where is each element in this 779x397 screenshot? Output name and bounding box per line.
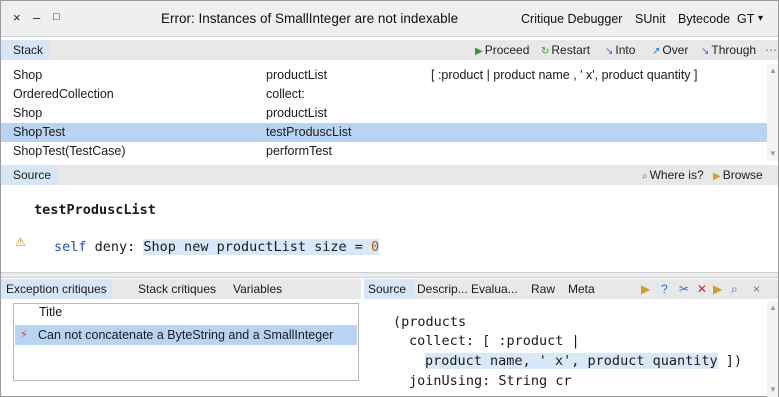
deny-message: deny: — [86, 239, 144, 255]
step-over-icon: ↗ — [652, 46, 661, 57]
menu-bytecode[interactable]: Bytecode — [678, 12, 730, 26]
through-label: Through — [711, 43, 757, 57]
restart-icon: ↻ — [541, 46, 550, 57]
tab-exception-critiques[interactable]: Exception critiques — [1, 279, 112, 299]
stack-row[interactable]: OrderedCollection collect: — [1, 85, 767, 104]
self-keyword: self — [54, 239, 87, 255]
detail-scrollbar[interactable]: ▲ ▼ — [767, 301, 778, 397]
stack-method: collect: — [266, 87, 305, 101]
browse-button[interactable]: ▶ Browse — [713, 168, 763, 182]
scissors-icon[interactable]: ✂ — [679, 282, 689, 296]
maximize-window-icon[interactable]: □ — [53, 11, 60, 23]
where-is-label: Where is? — [649, 168, 704, 182]
scroll-down-icon[interactable]: ▼ — [769, 385, 777, 394]
menu-sunit[interactable]: SUnit — [635, 12, 666, 26]
browse-label: Browse — [722, 168, 763, 182]
inspect-icon[interactable]: ⌕ — [731, 282, 738, 297]
browse-icon[interactable]: ▶ — [641, 282, 650, 296]
critiques-tabbar: Exception critiques Stack critiques Vari… — [1, 279, 361, 299]
tab-meta[interactable]: Meta — [564, 279, 604, 299]
warning-icon[interactable]: ⚠ — [15, 235, 26, 249]
stack-receiver: ShopTest(TestCase) — [13, 144, 126, 158]
step-through-icon: ↘ — [701, 46, 710, 57]
tab-evaluator[interactable]: Evalua... — [467, 279, 525, 299]
stack-receiver: Shop — [13, 68, 43, 82]
method-name: testProduscList — [34, 202, 156, 218]
code-line-tail: ]) — [717, 353, 742, 369]
critiques-column-title: Title — [39, 305, 63, 319]
debugger-window: × – □ Error: Instances of SmallInteger a… — [0, 0, 779, 397]
stack-method: testProduscList — [266, 125, 352, 139]
through-button[interactable]: ↘ Through — [701, 43, 756, 57]
stack-method: productList — [266, 106, 328, 120]
play-icon: ▶ — [475, 46, 483, 57]
tab-variables[interactable]: Variables — [228, 279, 287, 299]
run-icon[interactable]: ▶ — [713, 282, 722, 296]
tab-stack[interactable]: Stack — [1, 40, 50, 60]
highlighted-expression: Shop new productList size = 0 — [143, 239, 380, 255]
critique-title: Can not concatenate a ByteString and a S… — [38, 328, 334, 342]
where-is-button[interactable]: ⌕ Where is? — [642, 168, 704, 182]
menu-gt[interactable]: GT — [737, 12, 754, 26]
code-line: product name, ' x', product quantity ]) — [425, 353, 742, 369]
stack-row[interactable]: Shop productList [ :product | product na… — [1, 66, 767, 85]
close-pane-icon[interactable]: × — [753, 282, 760, 296]
minimize-window-icon[interactable]: – — [33, 10, 40, 25]
stack-source: [ :product | product name , ' x', produc… — [431, 68, 698, 82]
scroll-up-icon[interactable]: ▲ — [769, 303, 777, 312]
critique-row-selected[interactable]: ⚡ Can not concatenate a ByteString and a… — [15, 325, 357, 345]
restart-button[interactable]: ↻ Restart — [541, 43, 590, 57]
lightning-icon: ⚡ — [20, 329, 28, 341]
scroll-down-icon[interactable]: ▼ — [769, 149, 777, 158]
code-line: collect: [ :product | — [409, 333, 580, 349]
more-icon[interactable]: ⋯ — [765, 43, 777, 57]
menu-critique-debugger[interactable]: Critique Debugger — [521, 12, 622, 26]
stack-scrollbar[interactable]: ▲ ▼ — [767, 64, 778, 161]
magnifier-icon: ⌕ — [642, 171, 648, 182]
browse-icon: ▶ — [713, 171, 721, 182]
expression-text: Shop new productList size = — [143, 239, 371, 255]
window-title: Error: Instances of SmallInteger are not… — [161, 11, 459, 26]
code-line: self deny: Shop new productList size = 0 — [54, 239, 380, 255]
code-line: (products — [393, 314, 467, 330]
highlighted-expression: product name, ' x', product quantity — [425, 353, 718, 369]
tab-detail-source[interactable]: Source — [364, 279, 413, 299]
proceed-label: Proceed — [484, 43, 530, 57]
stack-method: performTest — [266, 144, 332, 158]
into-label: Into — [615, 43, 636, 57]
stack-receiver: ShopTest — [13, 125, 66, 139]
restart-label: Restart — [551, 43, 591, 57]
over-button[interactable]: ↗ Over — [652, 43, 688, 57]
critiques-table[interactable]: ⚡ Can not concatenate a ByteString and a… — [13, 303, 359, 381]
close-window-icon[interactable]: × — [13, 10, 21, 25]
pane-splitter[interactable] — [1, 272, 778, 278]
over-label: Over — [662, 43, 689, 57]
stack-toolbar: Stack ▶ Proceed ↻ Restart ↘ Into ↗ Over ↘ Thr… — [1, 40, 778, 60]
proceed-button[interactable]: ▶ Proceed — [475, 43, 529, 57]
into-button[interactable]: ↘ Into — [605, 43, 635, 57]
step-into-icon: ↘ — [605, 46, 614, 57]
tab-stack-critiques[interactable]: Stack critiques — [133, 279, 221, 299]
scroll-up-icon[interactable]: ▲ — [769, 66, 777, 75]
code-line: joinUsing: String cr — [409, 373, 572, 389]
stack-list[interactable]: Shop productList [ :product | product na… — [1, 64, 767, 161]
tab-raw[interactable]: Raw — [527, 279, 563, 299]
tab-description[interactable]: Descrip... — [413, 279, 467, 299]
tab-source[interactable]: Source — [1, 165, 58, 185]
stack-row-selected[interactable]: ShopTest testProduscList — [1, 123, 767, 142]
help-icon[interactable]: ? — [661, 282, 668, 296]
expression-number: 0 — [371, 239, 380, 255]
title-bar: × – □ Error: Instances of SmallInteger a… — [1, 1, 778, 37]
stack-receiver: Shop — [13, 106, 43, 120]
delete-icon[interactable]: ✕ — [697, 282, 707, 296]
stack-row[interactable]: ShopTest(TestCase) performTest — [1, 142, 767, 161]
source-toolbar: Source ⌕ Where is? ▶ Browse — [1, 165, 778, 185]
stack-receiver: OrderedCollection — [13, 87, 114, 101]
stack-method: productList — [266, 68, 328, 82]
menu-dropdown-icon[interactable]: ▾ — [758, 13, 763, 24]
stack-row[interactable]: Shop productList — [1, 104, 767, 123]
